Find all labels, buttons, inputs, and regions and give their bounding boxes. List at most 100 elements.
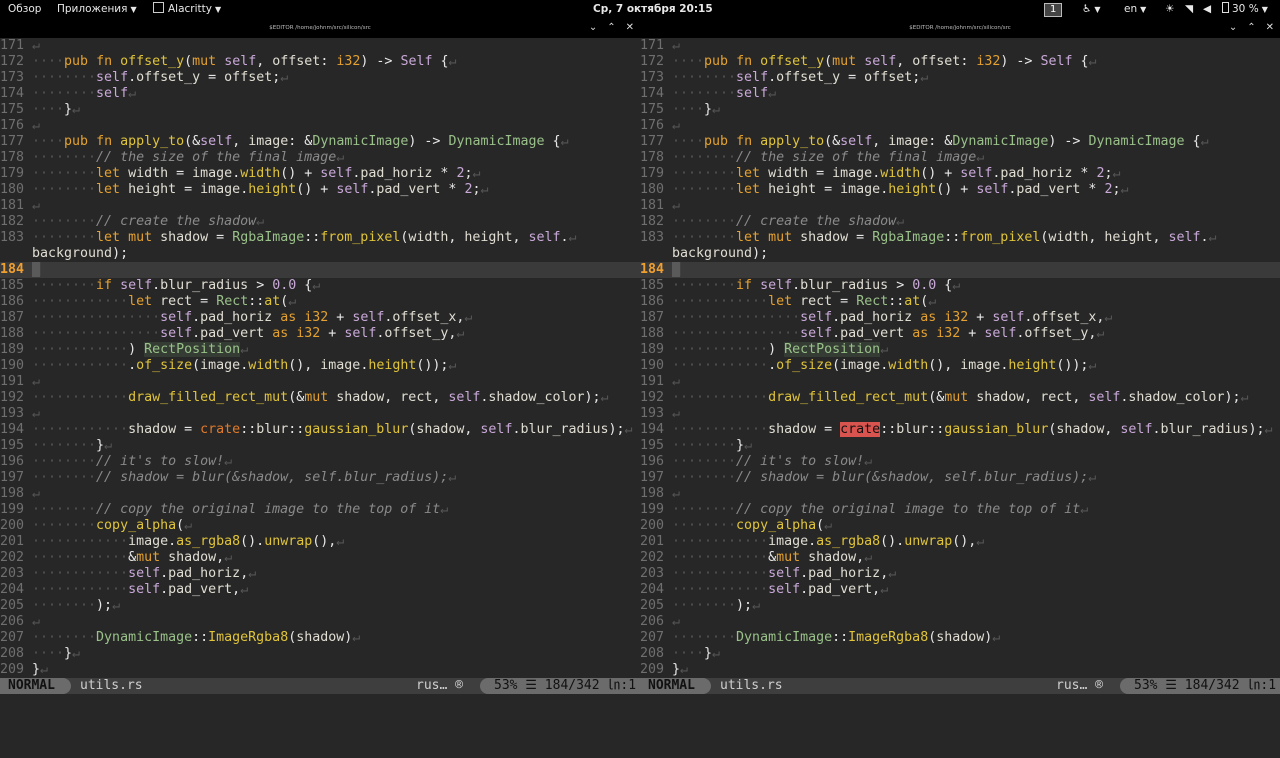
editor-pane-left[interactable]: 171 ↵ 172 ····pub fn offset_y(mut self, off… [0, 38, 640, 678]
code-line[interactable]: 183 ········let mut shadow = RgbaImage::f… [640, 230, 1280, 246]
code-line[interactable]: 190 ············.of_size(image.width(), i… [640, 358, 1280, 374]
code-line[interactable]: 186 ············let rect = Rect::at(↵ [0, 294, 640, 310]
code-line[interactable]: 200 ········copy_alpha(↵ [0, 518, 640, 534]
code-line[interactable]: 204 ············self.pad_vert,↵ [0, 582, 640, 598]
code-line[interactable]: 205 ········);↵ [0, 598, 640, 614]
code-line[interactable]: 185 ········if self.blur_radius > 0.0 {↵ [640, 278, 1280, 294]
close-icon[interactable]: ✕ [1266, 22, 1274, 33]
code-line[interactable]: 179 ········let width = image.width() + s… [640, 166, 1280, 182]
code-line[interactable]: 203 ············self.pad_horiz,↵ [0, 566, 640, 582]
code-line[interactable]: 182 ········// create the shadow↵ [0, 214, 640, 230]
code-line[interactable]: 200 ········copy_alpha(↵ [640, 518, 1280, 534]
code-line[interactable]: 206 ↵ [640, 614, 1280, 630]
code-line[interactable]: 184 █ [640, 262, 1280, 278]
code-line[interactable]: 204 ············self.pad_vert,↵ [640, 582, 1280, 598]
code-line[interactable]: 192 ············draw_filled_rect_mut(&mut… [640, 390, 1280, 406]
code-line[interactable]: 202 ············&mut shadow,↵ [640, 550, 1280, 566]
minimize-icon[interactable]: ⌄ [1229, 22, 1237, 33]
code-line[interactable]: 206 ↵ [0, 614, 640, 630]
minimize-icon[interactable]: ⌄ [589, 22, 597, 33]
code-line[interactable]: 175 ····}↵ [640, 102, 1280, 118]
right-window-titlebar[interactable]: $EDITOR /home/johnm/src/silicon/src ⌄ ⌃ ✕ [640, 18, 1280, 38]
code-line[interactable]: background); [640, 246, 1280, 262]
active-app-menu[interactable]: Alacritty ▼ [153, 0, 221, 18]
code-line[interactable]: 175 ····}↵ [0, 102, 640, 118]
code-line[interactable]: 174 ········self↵ [0, 86, 640, 102]
code-line[interactable]: 197 ········// shadow = blur(&shadow, sel… [640, 470, 1280, 486]
keyboard-layout-menu[interactable]: en ▼ [1124, 0, 1146, 18]
left-window-titlebar[interactable]: $EDITOR /home/johnm/src/silicon/src ⌄ ⌃ ✕ [0, 18, 640, 38]
code-line[interactable]: 174 ········self↵ [640, 86, 1280, 102]
code-line[interactable]: 176 ↵ [640, 118, 1280, 134]
code-line[interactable]: 195 ········}↵ [640, 438, 1280, 454]
code-line[interactable]: 171 ↵ [640, 38, 1280, 54]
system-menu[interactable]: 30 % ▼ [1222, 0, 1268, 18]
code-line[interactable]: 188 ················self.pad_vert as i32 … [0, 326, 640, 342]
code-line[interactable]: 193 ↵ [640, 406, 1280, 422]
code-line[interactable]: 185 ········if self.blur_radius > 0.0 {↵ [0, 278, 640, 294]
code-line[interactable]: 173 ········self.offset_y = offset;↵ [640, 70, 1280, 86]
code-line[interactable]: 203 ············self.pad_horiz,↵ [640, 566, 1280, 582]
code-line[interactable]: 186 ············let rect = Rect::at(↵ [640, 294, 1280, 310]
editor-pane-right[interactable]: 171 ↵ 172 ····pub fn offset_y(mut self, off… [640, 38, 1280, 678]
code-line[interactable]: 187 ················self.pad_horiz as i32… [0, 310, 640, 326]
code-line[interactable]: 180 ········let height = image.height() +… [640, 182, 1280, 198]
code-line[interactable]: 197 ········// shadow = blur(&shadow, sel… [0, 470, 640, 486]
code-line[interactable]: 182 ········// create the shadow↵ [640, 214, 1280, 230]
code-line[interactable]: 208 ····}↵ [640, 646, 1280, 662]
code-line[interactable]: 172 ····pub fn offset_y(mut self, offset:… [640, 54, 1280, 70]
code-line[interactable]: 181 ↵ [0, 198, 640, 214]
code-line[interactable]: 172 ····pub fn offset_y(mut self, offset:… [0, 54, 640, 70]
code-line[interactable]: 188 ················self.pad_vert as i32 … [640, 326, 1280, 342]
code-line[interactable]: 181 ↵ [640, 198, 1280, 214]
code-line[interactable]: 209}↵ [640, 662, 1280, 678]
code-line[interactable]: 171 ↵ [0, 38, 640, 54]
code-line[interactable]: 192 ············draw_filled_rect_mut(&mut… [0, 390, 640, 406]
code-line[interactable]: 199 ········// copy the original image to… [0, 502, 640, 518]
code-line[interactable]: 187 ················self.pad_horiz as i32… [640, 310, 1280, 326]
code-line[interactable]: 189 ············) RectPosition↵ [640, 342, 1280, 358]
accessibility-menu[interactable]: ♿ ▼ [1082, 0, 1101, 18]
code-line[interactable]: 184 █ [0, 262, 640, 278]
code-line[interactable]: 196 ········// it's to slow!↵ [0, 454, 640, 470]
code-line[interactable]: 179 ········let width = image.width() + s… [0, 166, 640, 182]
code-line[interactable]: 194 ············shadow = crate::blur::gau… [640, 422, 1280, 438]
code-line[interactable]: 193 ↵ [0, 406, 640, 422]
code-line[interactable]: 194 ············shadow = crate::blur::gau… [0, 422, 640, 438]
code-line[interactable]: 177 ····pub fn apply_to(&self, image: &Dy… [0, 134, 640, 150]
code-line[interactable]: 195 ········}↵ [0, 438, 640, 454]
code-line[interactable]: 205 ········);↵ [640, 598, 1280, 614]
code-line[interactable]: 191 ↵ [640, 374, 1280, 390]
line-number: 201 [0, 534, 25, 549]
code-line[interactable]: 178 ········// the size of the final imag… [640, 150, 1280, 166]
code-line[interactable]: 173 ········self.offset_y = offset;↵ [0, 70, 640, 86]
maximize-icon[interactable]: ⌃ [607, 22, 615, 33]
code-line[interactable]: 177 ····pub fn apply_to(&self, image: &Dy… [640, 134, 1280, 150]
code-line[interactable]: 198 ↵ [640, 486, 1280, 502]
code-line[interactable]: 202 ············&mut shadow,↵ [0, 550, 640, 566]
workspace-indicator[interactable]: 1 [1044, 0, 1063, 18]
code-line[interactable]: 201 ············image.as_rgba8().unwrap()… [640, 534, 1280, 550]
applications-menu[interactable]: Приложения ▼ [57, 0, 137, 18]
code-line[interactable]: 201 ············image.as_rgba8().unwrap()… [0, 534, 640, 550]
code-line[interactable]: background); [0, 246, 640, 262]
code-line[interactable]: 178 ········// the size of the final imag… [0, 150, 640, 166]
code-line[interactable]: 209}↵ [0, 662, 640, 678]
close-icon[interactable]: ✕ [626, 22, 634, 33]
code-line[interactable]: 183 ········let mut shadow = RgbaImage::f… [0, 230, 640, 246]
code-line[interactable]: 207 ········DynamicImage::ImageRgba8(shad… [0, 630, 640, 646]
maximize-icon[interactable]: ⌃ [1247, 22, 1255, 33]
code-line[interactable]: 189 ············) RectPosition↵ [0, 342, 640, 358]
code-line[interactable]: 198 ↵ [0, 486, 640, 502]
code-line[interactable]: 208 ····}↵ [0, 646, 640, 662]
code-line[interactable]: 199 ········// copy the original image to… [640, 502, 1280, 518]
overview-button[interactable]: Обзор [8, 0, 41, 18]
code-line[interactable]: 207 ········DynamicImage::ImageRgba8(shad… [640, 630, 1280, 646]
code-line[interactable]: 180 ········let height = image.height() +… [0, 182, 640, 198]
command-line[interactable] [0, 694, 1280, 720]
code-line[interactable]: 196 ········// it's to slow!↵ [640, 454, 1280, 470]
code-line[interactable]: 190 ············.of_size(image.width(), i… [0, 358, 640, 374]
code-line[interactable]: 176 ↵ [0, 118, 640, 134]
clock[interactable]: Ср, 7 октября 20:15 [593, 0, 713, 18]
code-line[interactable]: 191 ↵ [0, 374, 640, 390]
